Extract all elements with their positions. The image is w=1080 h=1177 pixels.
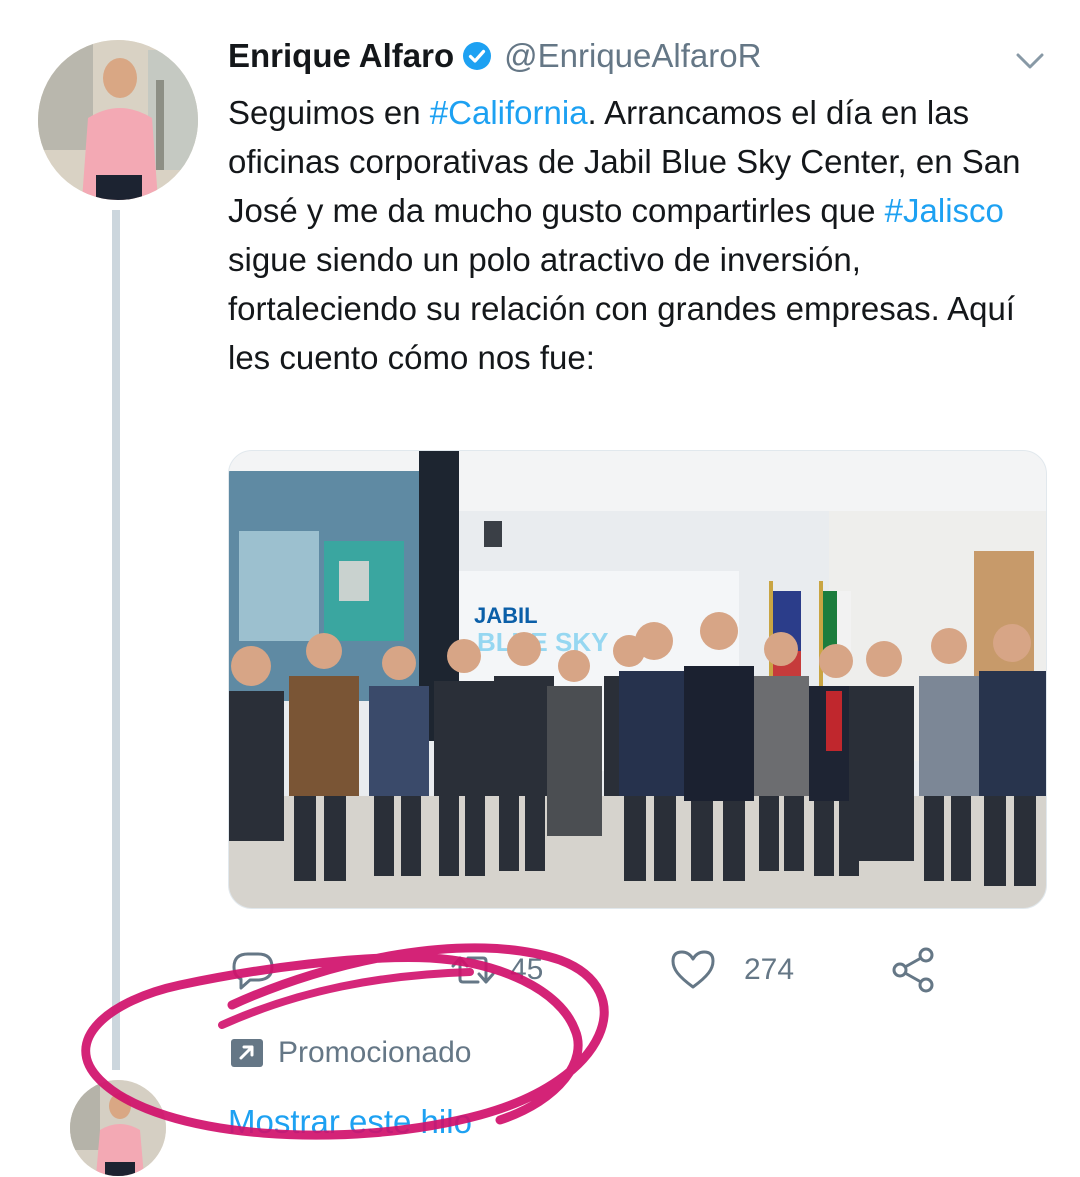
hashtag-link[interactable]: #Jalisco bbox=[885, 192, 1004, 229]
photo-sign-text-2: BLUE SKY bbox=[477, 627, 608, 657]
share-icon[interactable] bbox=[888, 945, 938, 995]
tweet-text-part: Seguimos en bbox=[228, 94, 430, 131]
like-count: 274 bbox=[744, 953, 795, 986]
retweet-icon[interactable] bbox=[448, 945, 498, 995]
tweet-photo[interactable]: JABIL BLUE SKY bbox=[228, 450, 1047, 909]
handle[interactable]: @EnriqueAlfaroR bbox=[504, 37, 761, 75]
thread-line bbox=[112, 210, 120, 1070]
show-thread-link[interactable]: Mostrar este hilo bbox=[228, 1100, 472, 1144]
display-name[interactable]: Enrique Alfaro bbox=[228, 37, 454, 75]
avatar[interactable] bbox=[70, 1080, 166, 1176]
promoted-label: Promocionado bbox=[278, 1036, 472, 1069]
verified-icon bbox=[462, 41, 492, 71]
tweet-text-part: sigue siendo un polo atractivo de invers… bbox=[228, 241, 1015, 376]
retweet-count: 45 bbox=[510, 953, 544, 986]
tweet-text: Seguimos en #California. Arrancamos el d… bbox=[228, 88, 1048, 382]
hashtag-link[interactable]: #California bbox=[430, 94, 588, 131]
avatar[interactable] bbox=[38, 40, 198, 200]
promoted-icon bbox=[230, 1038, 264, 1068]
like-icon[interactable] bbox=[668, 945, 718, 995]
photo-sign-text: JABIL bbox=[474, 603, 538, 628]
tweet-header: Enrique Alfaro @EnriqueAlfaroR bbox=[228, 30, 761, 82]
chevron-down-icon[interactable] bbox=[1010, 46, 1050, 76]
reply-icon[interactable] bbox=[228, 945, 278, 995]
